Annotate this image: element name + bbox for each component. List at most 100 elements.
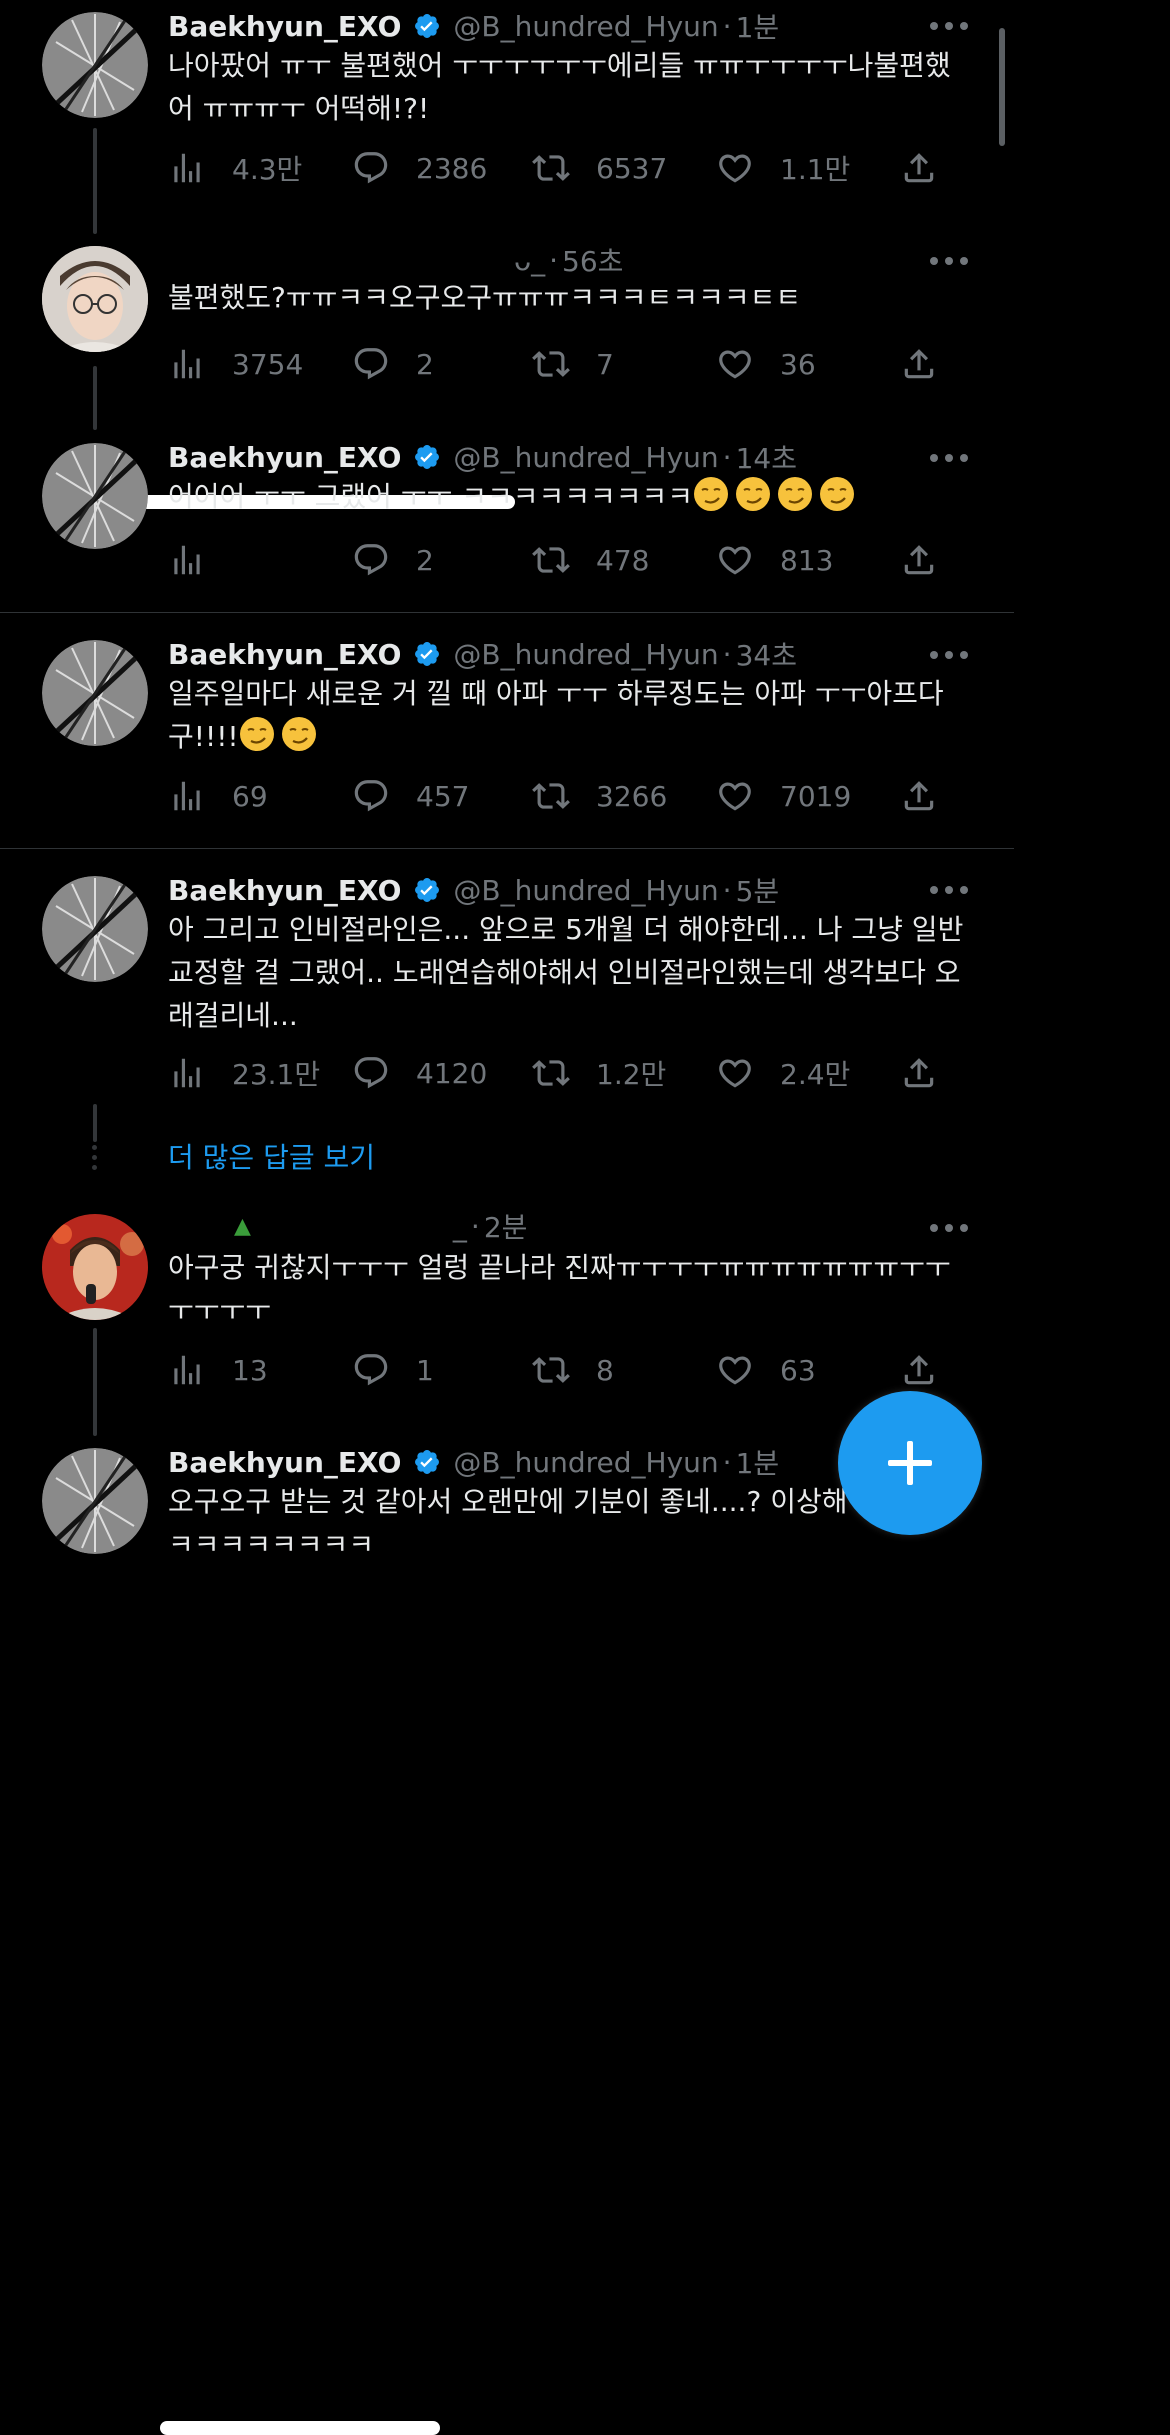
like-icon (716, 345, 754, 383)
scrollbar[interactable] (999, 28, 1005, 146)
tweet[interactable]: Baekhyun_EXO @B_hundred_Hyun · 14초 어어어 ㅜ… (0, 432, 1014, 612)
timestamp[interactable]: 2분 (484, 1206, 528, 1246)
views-count: 3754 (232, 347, 304, 381)
share-button[interactable] (900, 1053, 964, 1093)
share-icon (900, 541, 938, 579)
share-button[interactable] (900, 1350, 964, 1390)
retweet-button[interactable]: 478 (532, 540, 649, 580)
smirk-emoji-icon (777, 476, 813, 512)
more-icon[interactable] (930, 649, 970, 661)
more-icon[interactable] (930, 255, 970, 267)
views-button[interactable]: 4.3만 (168, 148, 302, 188)
share-icon (900, 777, 938, 815)
views-count: 4.3만 (232, 153, 303, 186)
like-button[interactable]: 7019 (716, 776, 851, 816)
verified-icon (413, 12, 441, 40)
smirk-emoji-icon (735, 476, 771, 512)
reply-button[interactable]: 4120 (352, 1053, 487, 1093)
compose-button[interactable] (838, 1391, 982, 1535)
timestamp[interactable]: 1분 (736, 6, 780, 46)
tweet-text: 오구오구 받는 것 같아서 오랜만에 기분이 좋네....? 이상해 ㅋㅋㅋㅋㅋ… (168, 1485, 848, 1561)
separator-dot: · (470, 1209, 480, 1243)
reply-button[interactable]: 2 (352, 540, 434, 580)
avatar[interactable] (42, 12, 148, 118)
tweet[interactable]: ᴗ_ · 56초 불편했도?ㅠㅠㅋㅋ오구오구ㅠㅠㅠㅋㅋㅋㅌㅋㅋㅋㅌㅌ 3754 … (0, 240, 1014, 509)
like-button[interactable]: 813 (716, 540, 833, 580)
author-name[interactable]: Baekhyun_EXO (168, 1446, 401, 1479)
avatar[interactable] (42, 876, 148, 982)
reply-button[interactable]: 457 (352, 776, 469, 816)
author-name[interactable]: Baekhyun_EXO (168, 638, 401, 671)
avatar[interactable] (42, 246, 148, 352)
author-handle[interactable]: @B_hundred_Hyun (453, 638, 718, 671)
author-handle[interactable]: @B_hundred_Hyun (453, 10, 718, 43)
tweet[interactable]: ▲ _ · 2분 아구궁 귀찮지ㅜㅜㅜ 얼렁 끝나라 진짜ㅠㅜㅜㅜㅠㅠㅠㅠㅠㅠㅠ… (0, 1206, 1014, 2435)
reply-button[interactable]: 2 (352, 344, 434, 384)
views-button[interactable]: 23.1만 (168, 1053, 320, 1093)
like-button[interactable]: 63 (716, 1350, 816, 1390)
share-button[interactable] (900, 540, 964, 580)
tweet-text: 아 그리고 인비절라인은... 앞으로 5개월 더 해야한데... 나 그냥 일… (168, 913, 964, 1032)
reply-count: 2386 (416, 151, 488, 185)
more-icon[interactable] (930, 884, 970, 896)
verified-icon (413, 1448, 441, 1476)
reply-button[interactable]: 1 (352, 1350, 434, 1390)
retweet-button[interactable]: 1.2만 (532, 1053, 666, 1093)
author-name[interactable]: Baekhyun_EXO (168, 441, 401, 474)
like-button[interactable]: 2.4만 (716, 1053, 850, 1093)
timestamp[interactable]: 56초 (562, 240, 623, 280)
retweet-count: 6537 (596, 151, 668, 185)
share-button[interactable] (900, 148, 964, 188)
retweet-count: 478 (596, 543, 650, 577)
retweet-icon (532, 1351, 570, 1389)
retweet-count: 1.2만 (596, 1058, 667, 1091)
retweet-button[interactable]: 3266 (532, 776, 667, 816)
share-button[interactable] (900, 344, 964, 384)
tweet[interactable]: Baekhyun_EXO @B_hundred_Hyun · 34초 일주일마다… (0, 628, 1014, 848)
author-handle-tail: _ (452, 1209, 467, 1243)
views-button[interactable] (168, 540, 232, 580)
avatar[interactable] (42, 1214, 148, 1320)
share-icon (900, 1351, 938, 1389)
retweet-button[interactable]: 8 (532, 1350, 614, 1390)
like-button[interactable]: 1.1만 (716, 148, 850, 188)
avatar[interactable] (42, 443, 148, 549)
divider (0, 848, 1014, 849)
retweet-icon (532, 1054, 570, 1092)
reply-count: 4120 (416, 1056, 488, 1090)
retweet-button[interactable]: 6537 (532, 148, 667, 188)
verified-icon (413, 876, 441, 904)
views-button[interactable]: 3754 (168, 344, 303, 384)
author-name[interactable]: Baekhyun_EXO (168, 10, 401, 43)
reply-count: 1 (416, 1353, 434, 1387)
like-button[interactable]: 36 (716, 344, 816, 384)
more-icon[interactable] (930, 452, 970, 464)
tweet[interactable]: Baekhyun_EXO @B_hundred_Hyun · 1분 나아팠어 ㅠ… (0, 0, 1014, 230)
views-button[interactable]: 69 (168, 776, 268, 816)
views-button[interactable]: 13 (168, 1350, 268, 1390)
more-icon[interactable] (930, 20, 970, 32)
reply-button[interactable]: 2386 (352, 148, 487, 188)
author-handle[interactable]: @B_hundred_Hyun (453, 441, 718, 474)
more-icon[interactable] (930, 1222, 970, 1234)
christmas-tree-icon: ▲ (234, 1213, 251, 1239)
separator-dot: · (722, 1445, 732, 1479)
tweet[interactable]: Baekhyun_EXO @B_hundred_Hyun · 5분 아 그리고 … (0, 864, 1014, 1114)
retweet-button[interactable]: 7 (532, 344, 614, 384)
avatar[interactable] (42, 1448, 148, 1554)
timestamp[interactable]: 14초 (736, 437, 797, 477)
thread-ellipsis (92, 1140, 98, 1175)
timestamp[interactable]: 34초 (736, 634, 797, 674)
share-button[interactable] (900, 776, 964, 816)
timestamp[interactable]: 5분 (736, 870, 780, 910)
timestamp[interactable]: 1분 (736, 1442, 780, 1482)
show-more-replies-link[interactable]: 더 많은 답글 보기 (168, 1136, 375, 1176)
retweet-count: 8 (596, 1353, 614, 1387)
author-handle[interactable]: @B_hundred_Hyun (453, 874, 718, 907)
author-name[interactable]: Baekhyun_EXO (168, 874, 401, 907)
retweet-icon (532, 345, 570, 383)
views-icon (168, 345, 206, 383)
views-count: 13 (232, 1353, 268, 1387)
author-handle[interactable]: @B_hundred_Hyun (453, 1446, 718, 1479)
avatar[interactable] (42, 640, 148, 746)
